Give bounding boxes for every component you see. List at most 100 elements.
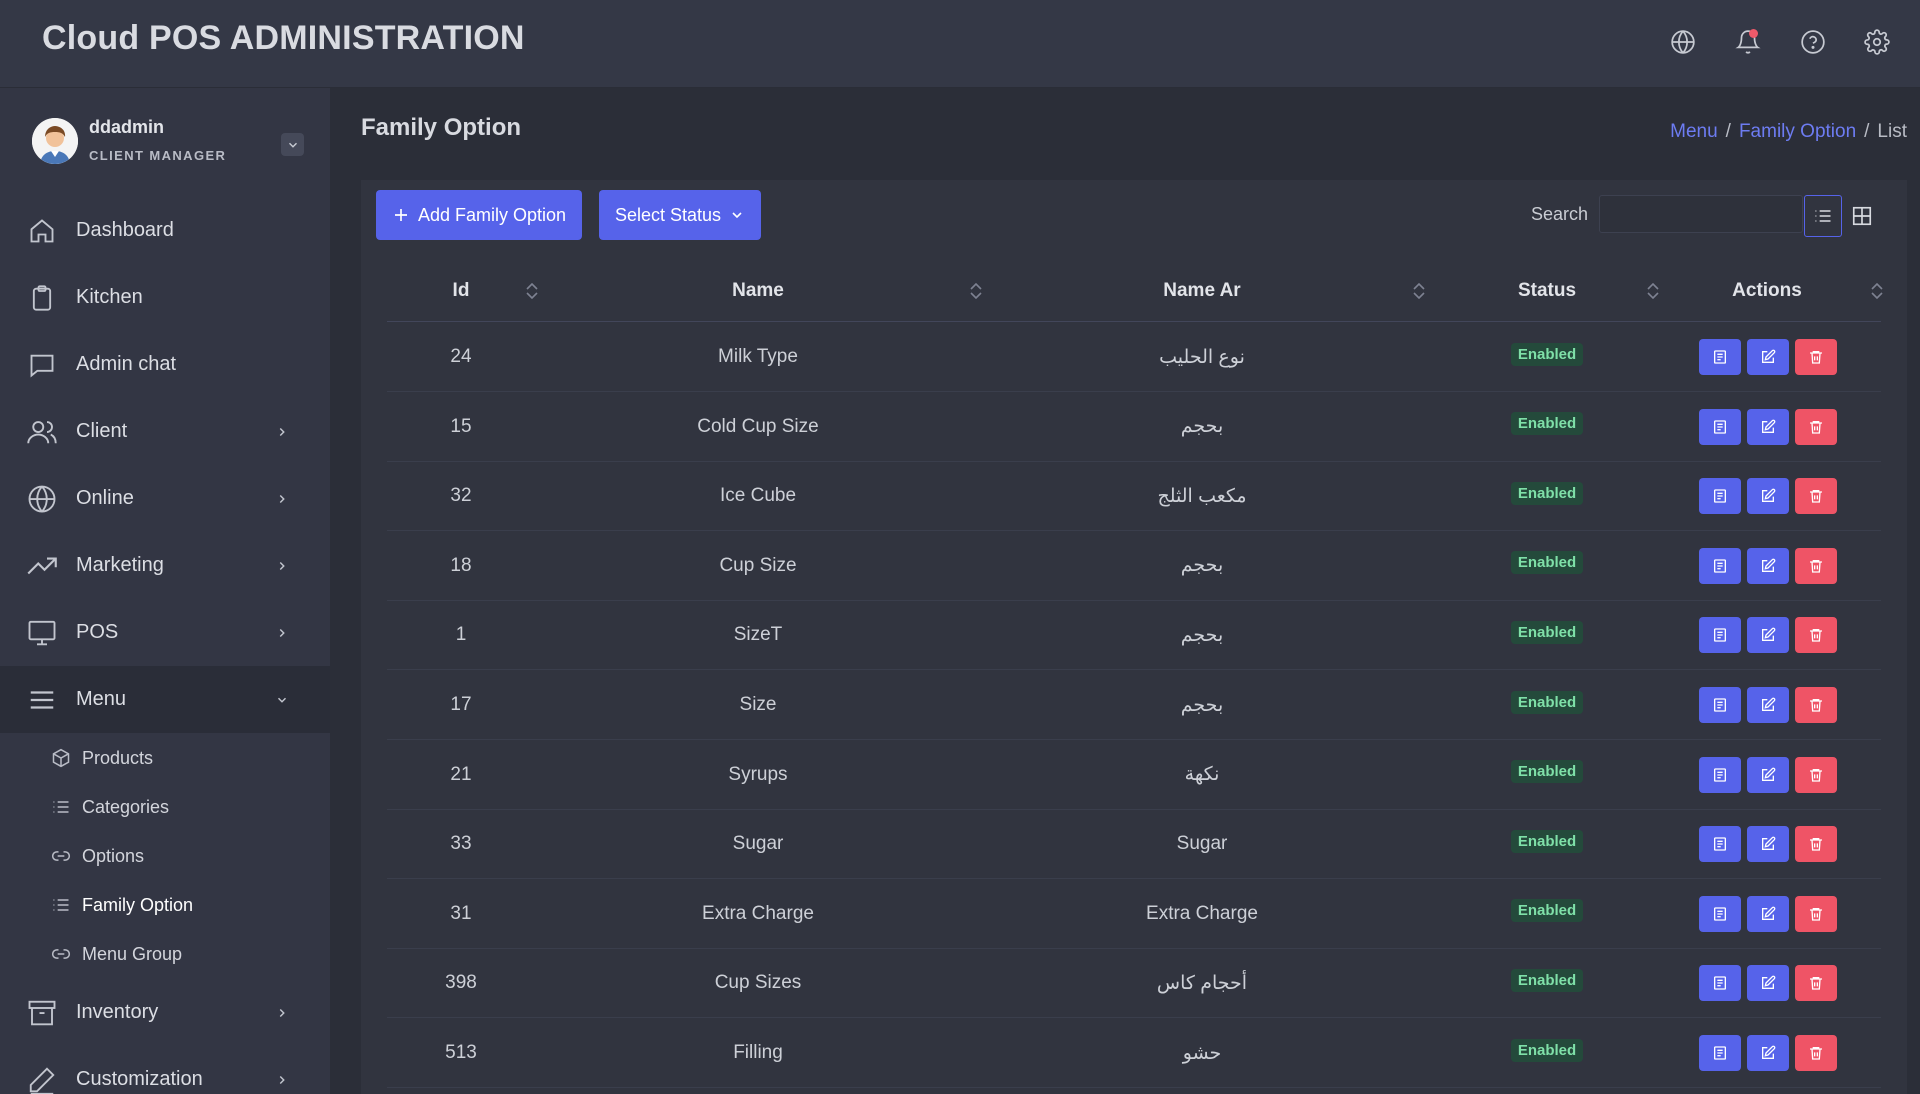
help-icon[interactable] <box>1797 26 1829 58</box>
box-icon <box>50 747 72 769</box>
sidebar-item-kitchen[interactable]: Kitchen <box>0 264 330 331</box>
link-icon <box>50 845 72 867</box>
select-status-button[interactable]: Select Status <box>599 190 762 240</box>
cell-name: Extra Charge <box>702 902 814 924</box>
sidebar-item-online[interactable]: Online <box>0 465 330 532</box>
edit-button[interactable] <box>1747 408 1789 445</box>
sidebar-subitem-categories[interactable]: Categories <box>0 785 330 829</box>
column-header-name[interactable]: Name <box>553 260 963 322</box>
cell-name-ar: أحجام كاس <box>1156 972 1248 994</box>
cell-status: Enabled <box>1442 531 1652 601</box>
sidebar-item-inventory[interactable]: Inventory <box>0 979 330 1046</box>
sort-icon[interactable] <box>525 283 539 299</box>
menu-icon <box>26 684 58 716</box>
edit-button[interactable] <box>1747 756 1789 793</box>
view-button[interactable] <box>1699 826 1741 863</box>
edit-icon <box>1760 558 1776 574</box>
sidebar-subitem-options[interactable]: Options <box>0 834 330 878</box>
delete-button[interactable] <box>1795 408 1837 445</box>
sidebar-item-admin-chat[interactable]: Admin chat <box>0 331 330 398</box>
bell-icon[interactable] <box>1732 26 1764 58</box>
sort-icon[interactable] <box>1412 283 1426 299</box>
user-menu-toggle[interactable] <box>281 133 304 156</box>
delete-button[interactable] <box>1795 339 1837 375</box>
edit-button[interactable] <box>1747 965 1789 1002</box>
sidebar-subitem-products[interactable]: Products <box>0 736 330 780</box>
edit-button[interactable] <box>1747 617 1789 654</box>
edit-button[interactable] <box>1747 478 1789 515</box>
delete-button[interactable] <box>1795 826 1837 863</box>
add-family-option-button[interactable]: Add Family Option <box>376 190 583 240</box>
cell-name-ar: بحجم <box>1180 416 1224 438</box>
view-button[interactable] <box>1699 547 1741 584</box>
sidebar-item-label: Dashboard <box>76 219 174 241</box>
cell-name-ar: حشو <box>1182 1042 1222 1064</box>
view-button[interactable] <box>1699 478 1741 515</box>
delete-button[interactable] <box>1795 687 1837 723</box>
cell-id: 15 <box>450 415 472 437</box>
link-icon <box>50 943 72 965</box>
delete-button[interactable] <box>1795 895 1837 932</box>
chat-icon <box>26 349 58 381</box>
view-button[interactable] <box>1699 687 1741 723</box>
sidebar-subitem-menu-group[interactable]: Menu Group <box>0 932 330 976</box>
table-row: 31 Extra Charge Extra Charge Enabled <box>387 879 1881 949</box>
delete-button[interactable] <box>1795 478 1837 515</box>
edit-button[interactable] <box>1747 1035 1789 1071</box>
edit-button[interactable] <box>1747 339 1789 375</box>
sort-icon[interactable] <box>1646 283 1660 299</box>
cell-status: Enabled <box>1442 1018 1652 1088</box>
view-icon <box>1712 558 1728 574</box>
sidebar-item-client[interactable]: Client <box>0 398 330 465</box>
chevron-right-icon <box>274 1005 290 1021</box>
sort-icon[interactable] <box>969 283 983 299</box>
view-button[interactable] <box>1699 617 1741 654</box>
globe-icon[interactable] <box>1667 26 1699 58</box>
delete-button[interactable] <box>1795 965 1837 1002</box>
cell-id: 17 <box>450 694 472 715</box>
delete-button[interactable] <box>1795 617 1837 654</box>
sidebar-item-marketing[interactable]: Marketing <box>0 532 330 599</box>
view-button[interactable] <box>1699 339 1741 375</box>
column-header-id[interactable]: Id <box>387 260 535 322</box>
column-header-actions: Actions <box>1677 260 1857 322</box>
view-icon <box>1712 906 1728 922</box>
sidebar-item-menu[interactable]: Menu <box>0 666 330 733</box>
sort-icon[interactable] <box>1870 283 1884 299</box>
column-header-name-ar[interactable]: Name Ar <box>997 260 1407 322</box>
delete-button[interactable] <box>1795 1035 1837 1071</box>
view-button[interactable] <box>1699 965 1741 1002</box>
view-button[interactable] <box>1699 895 1741 932</box>
search-input[interactable] <box>1599 195 1803 233</box>
view-icon <box>1712 1045 1728 1061</box>
edit-icon <box>1760 488 1776 504</box>
delete-button[interactable] <box>1795 756 1837 793</box>
view-icon <box>1712 488 1728 504</box>
view-button[interactable] <box>1699 408 1741 445</box>
edit-button[interactable] <box>1747 687 1789 723</box>
view-button[interactable] <box>1699 1035 1741 1071</box>
column-label: Id <box>452 280 470 301</box>
sidebar-item-dashboard[interactable]: Dashboard <box>0 197 330 264</box>
sidebar-item-customization[interactable]: Customization <box>0 1046 330 1094</box>
view-button[interactable] <box>1699 756 1741 793</box>
avatar[interactable] <box>32 118 78 164</box>
grid-view-button[interactable] <box>1843 195 1881 237</box>
sidebar: ddadmin CLIENT MANAGER Dashboard Kitchen… <box>0 88 330 1094</box>
gear-icon[interactable] <box>1861 26 1893 58</box>
trash-icon <box>1808 627 1824 643</box>
delete-button[interactable] <box>1795 547 1837 584</box>
cell-name-ar: مكعب الثلج <box>1157 485 1247 507</box>
edit-button[interactable] <box>1747 895 1789 932</box>
edit-button[interactable] <box>1747 826 1789 863</box>
column-header-status[interactable]: Status <box>1442 260 1652 322</box>
sidebar-subitem-family-option[interactable]: Family Option <box>0 883 330 927</box>
chevron-right-icon <box>274 1072 290 1088</box>
breadcrumb-family-option[interactable]: Family Option <box>1739 121 1856 143</box>
breadcrumb-menu[interactable]: Menu <box>1670 121 1718 143</box>
sidebar-item-pos[interactable]: POS <box>0 599 330 666</box>
edit-button[interactable] <box>1747 547 1789 584</box>
status-badge: Enabled <box>1510 968 1584 992</box>
list-view-button[interactable] <box>1804 195 1842 237</box>
chevron-right-icon <box>274 491 290 507</box>
